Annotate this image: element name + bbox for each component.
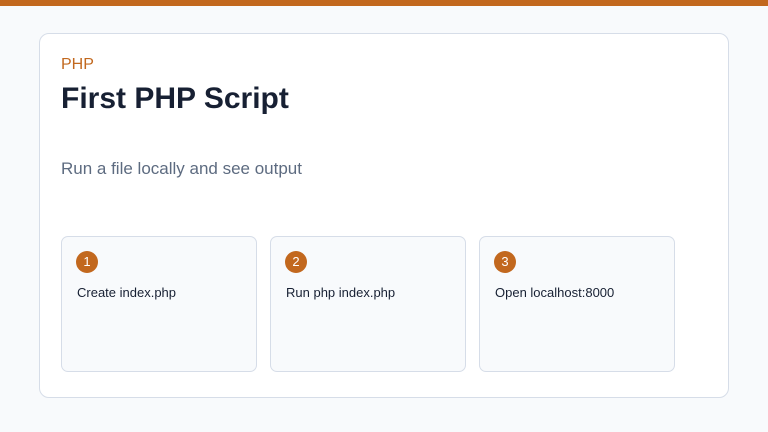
steps-list: 1 Create index.php 2 Run php index.php 3… bbox=[61, 236, 675, 372]
step-card-1: 1 Create index.php bbox=[61, 236, 257, 372]
step-number-badge: 2 bbox=[285, 251, 307, 273]
step-number-badge: 1 bbox=[76, 251, 98, 273]
step-card-3: 3 Open localhost:8000 bbox=[479, 236, 675, 372]
category-label: PHP bbox=[61, 56, 94, 73]
step-text: Create index.php bbox=[77, 285, 177, 300]
step-number-badge: 3 bbox=[494, 251, 516, 273]
top-accent-bar bbox=[0, 0, 768, 6]
page-subtitle: Run a file locally and see output bbox=[61, 159, 302, 178]
step-card-2: 2 Run php index.php bbox=[270, 236, 466, 372]
page-title: First PHP Script bbox=[61, 82, 289, 115]
lesson-card: PHP First PHP Script Run a file locally … bbox=[39, 33, 729, 398]
step-text: Run php index.php bbox=[286, 285, 396, 300]
step-text: Open localhost:8000 bbox=[495, 285, 615, 300]
